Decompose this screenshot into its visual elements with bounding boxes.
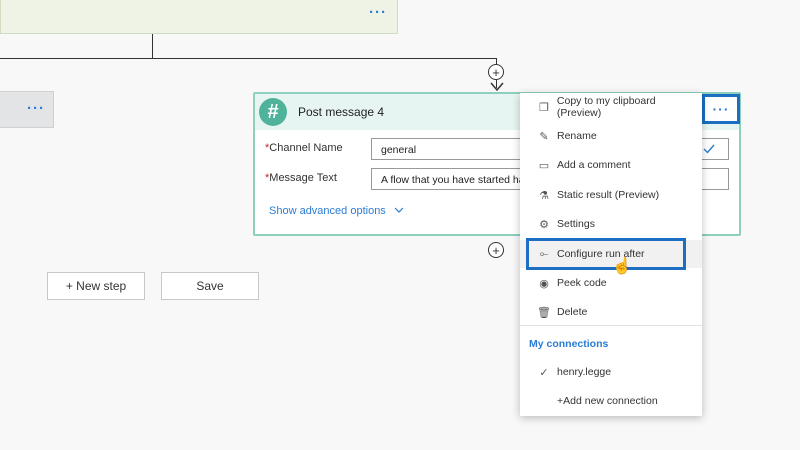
message-text-label: *Message Text xyxy=(265,172,337,184)
channel-name-label: *Channel Name xyxy=(265,142,343,154)
connector-line xyxy=(0,58,497,59)
show-advanced-options-link[interactable]: Show advanced options xyxy=(269,205,404,217)
insert-step-plus-icon[interactable]: + xyxy=(488,64,504,80)
menu-item-static-result[interactable]: ⚗ Static result (Preview) xyxy=(520,181,702,209)
menu-item-peek-code[interactable]: ◉ Peek code xyxy=(520,269,702,297)
menu-item-copy-clipboard[interactable]: ❐ Copy to my clipboard (Preview) xyxy=(520,93,702,121)
checkmark-icon: ✓ xyxy=(539,366,549,379)
highlight-box xyxy=(526,238,686,270)
check-icon xyxy=(703,144,715,154)
card-title: Post message 4 xyxy=(298,105,385,119)
parallel-branch-card[interactable]: ··· xyxy=(0,91,54,128)
save-button[interactable]: Save xyxy=(161,272,259,300)
menu-item-add-comment[interactable]: ▭ Add a comment xyxy=(520,151,702,179)
connection-item[interactable]: ✓ henry.legge xyxy=(520,358,702,386)
hashtag-icon: # xyxy=(259,98,287,126)
menu-item-delete[interactable]: 🗑 Delete xyxy=(520,298,702,326)
menu-item-settings[interactable]: ⚙ Settings xyxy=(520,210,702,238)
arrow-down-icon xyxy=(490,82,504,92)
more-options-icon[interactable]: ··· xyxy=(27,100,45,117)
add-new-connection-link[interactable]: +Add new connection xyxy=(520,387,702,415)
pencil-icon: ✎ xyxy=(539,130,549,143)
eye-icon: ◉ xyxy=(539,277,549,290)
connector-line xyxy=(152,34,153,58)
chevron-down-icon xyxy=(394,207,404,213)
comment-icon: ▭ xyxy=(538,159,550,172)
gear-icon: ⚙ xyxy=(539,218,549,231)
flask-icon: ⚗ xyxy=(539,189,549,202)
more-options-icon: ··· xyxy=(712,101,730,117)
trash-icon: 🗑 xyxy=(537,306,551,319)
new-step-button[interactable]: + New step xyxy=(47,272,145,300)
menu-divider xyxy=(520,325,702,326)
card-more-button[interactable]: ··· xyxy=(702,94,740,124)
hand-cursor-icon: ☝ xyxy=(612,258,632,275)
my-connections-heading: My connections xyxy=(529,338,609,350)
more-options-icon[interactable]: ··· xyxy=(369,4,387,21)
insert-step-plus-icon[interactable]: + xyxy=(488,242,504,258)
menu-item-rename[interactable]: ✎ Rename xyxy=(520,122,702,150)
previous-action-card[interactable]: ··· xyxy=(0,0,398,34)
copy-icon: ❐ xyxy=(539,101,549,114)
